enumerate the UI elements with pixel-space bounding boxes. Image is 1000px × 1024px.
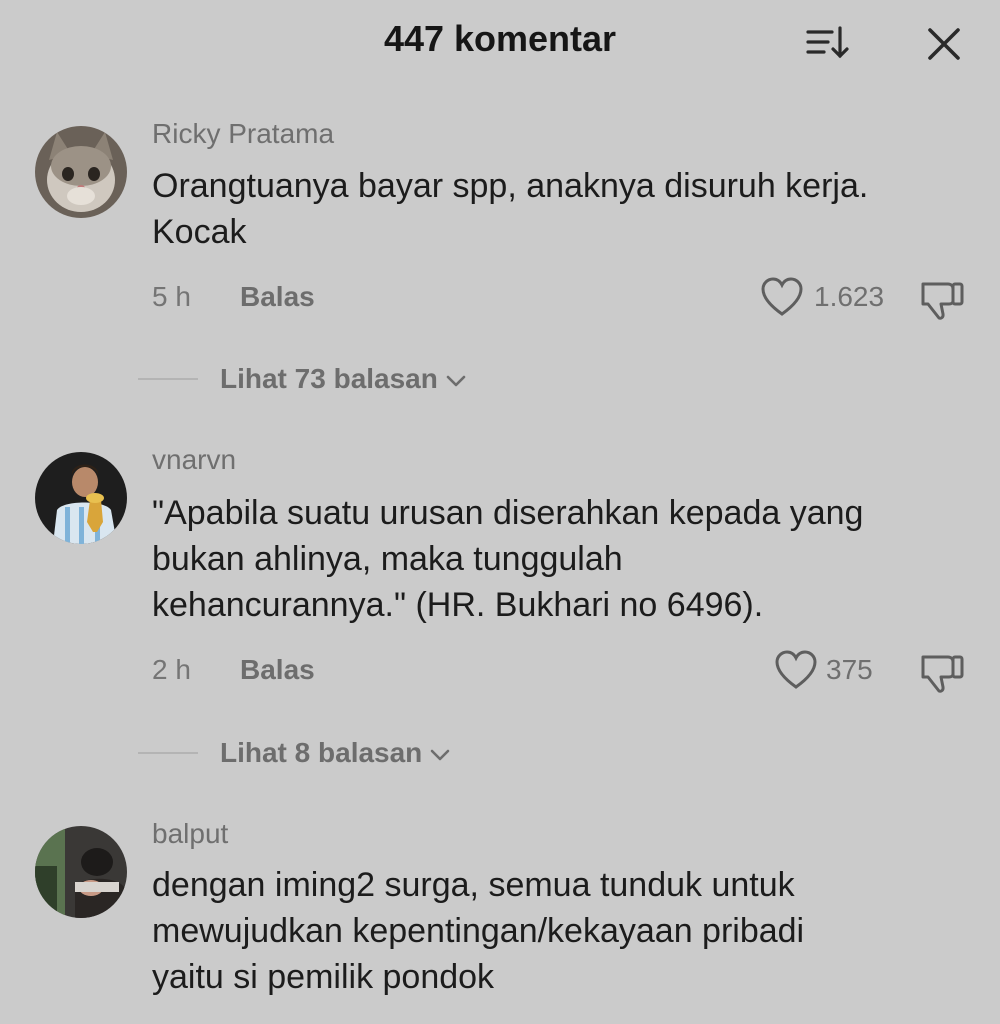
reply-button[interactable]: Balas [240,654,315,686]
like-count: 1.623 [814,281,885,312]
view-replies-label: Lihat 8 balasan [220,737,423,768]
divider-line [138,378,198,380]
comment-timestamp: 2 h [152,654,191,685]
heart-icon [775,650,817,689]
comment-username[interactable]: vnarvn [152,444,236,476]
sort-button[interactable] [800,18,856,66]
like-button[interactable]: 1.623 [760,276,900,320]
person-avatar[interactable] [35,826,127,918]
comment-text: dengan iming2 surga, semua tunduk untuk … [152,862,982,1000]
like-button[interactable]: 375 [774,649,894,693]
comment-text-line: mewujudkan kepentingan/kekayaan pribadi [152,912,805,950]
thumbs-down-icon [921,655,964,693]
comment-text-line: "Apabila suatu urusan diserahkan kepada … [152,494,864,532]
football-player-avatar-image [35,452,127,544]
chevron-down-icon [446,375,466,386]
comment-text-line: kehancurannya." (HR. Bukhari no 6496). [152,586,764,624]
close-icon [928,28,960,60]
reply-button[interactable]: Balas [240,281,315,313]
view-replies-button[interactable]: Lihat 73 balasan [220,363,468,395]
heart-icon [761,277,803,316]
comment-text: Orangtuanya bayar spp, anaknya disuruh k… [152,163,982,255]
cat-avatar[interactable] [35,126,127,218]
comment-text-line: yaitu si pemilik pondok [152,958,495,996]
person-avatar-image [35,826,127,918]
football-player-avatar[interactable] [35,452,127,544]
comment-text-line: dengan iming2 surga, semua tunduk untuk [152,866,795,904]
divider-line [138,752,198,754]
comment-text: "Apabila suatu urusan diserahkan kepada … [152,490,982,628]
comment-text-line: Kocak [152,213,247,251]
comment-text-line: Orangtuanya bayar spp, anaknya disuruh k… [152,167,869,205]
view-replies-button[interactable]: Lihat 8 balasan [220,737,452,769]
thumbs-down-icon [921,282,964,320]
dislike-button[interactable] [918,276,968,322]
dislike-button[interactable] [918,649,968,695]
cat-avatar-image [35,126,127,218]
like-count: 375 [826,654,873,685]
close-button[interactable] [918,18,970,70]
comments-header: 447 komentar [0,0,1000,80]
comment-username[interactable]: balput [152,818,228,850]
comment-username[interactable]: Ricky Pratama [152,118,334,150]
comment-text-line: bukan ahlinya, maka tunggulah [152,540,623,578]
view-replies-label: Lihat 73 balasan [220,363,438,394]
comment-timestamp: 5 h [152,281,191,312]
chevron-down-icon [430,749,450,760]
sort-icon [806,26,849,59]
